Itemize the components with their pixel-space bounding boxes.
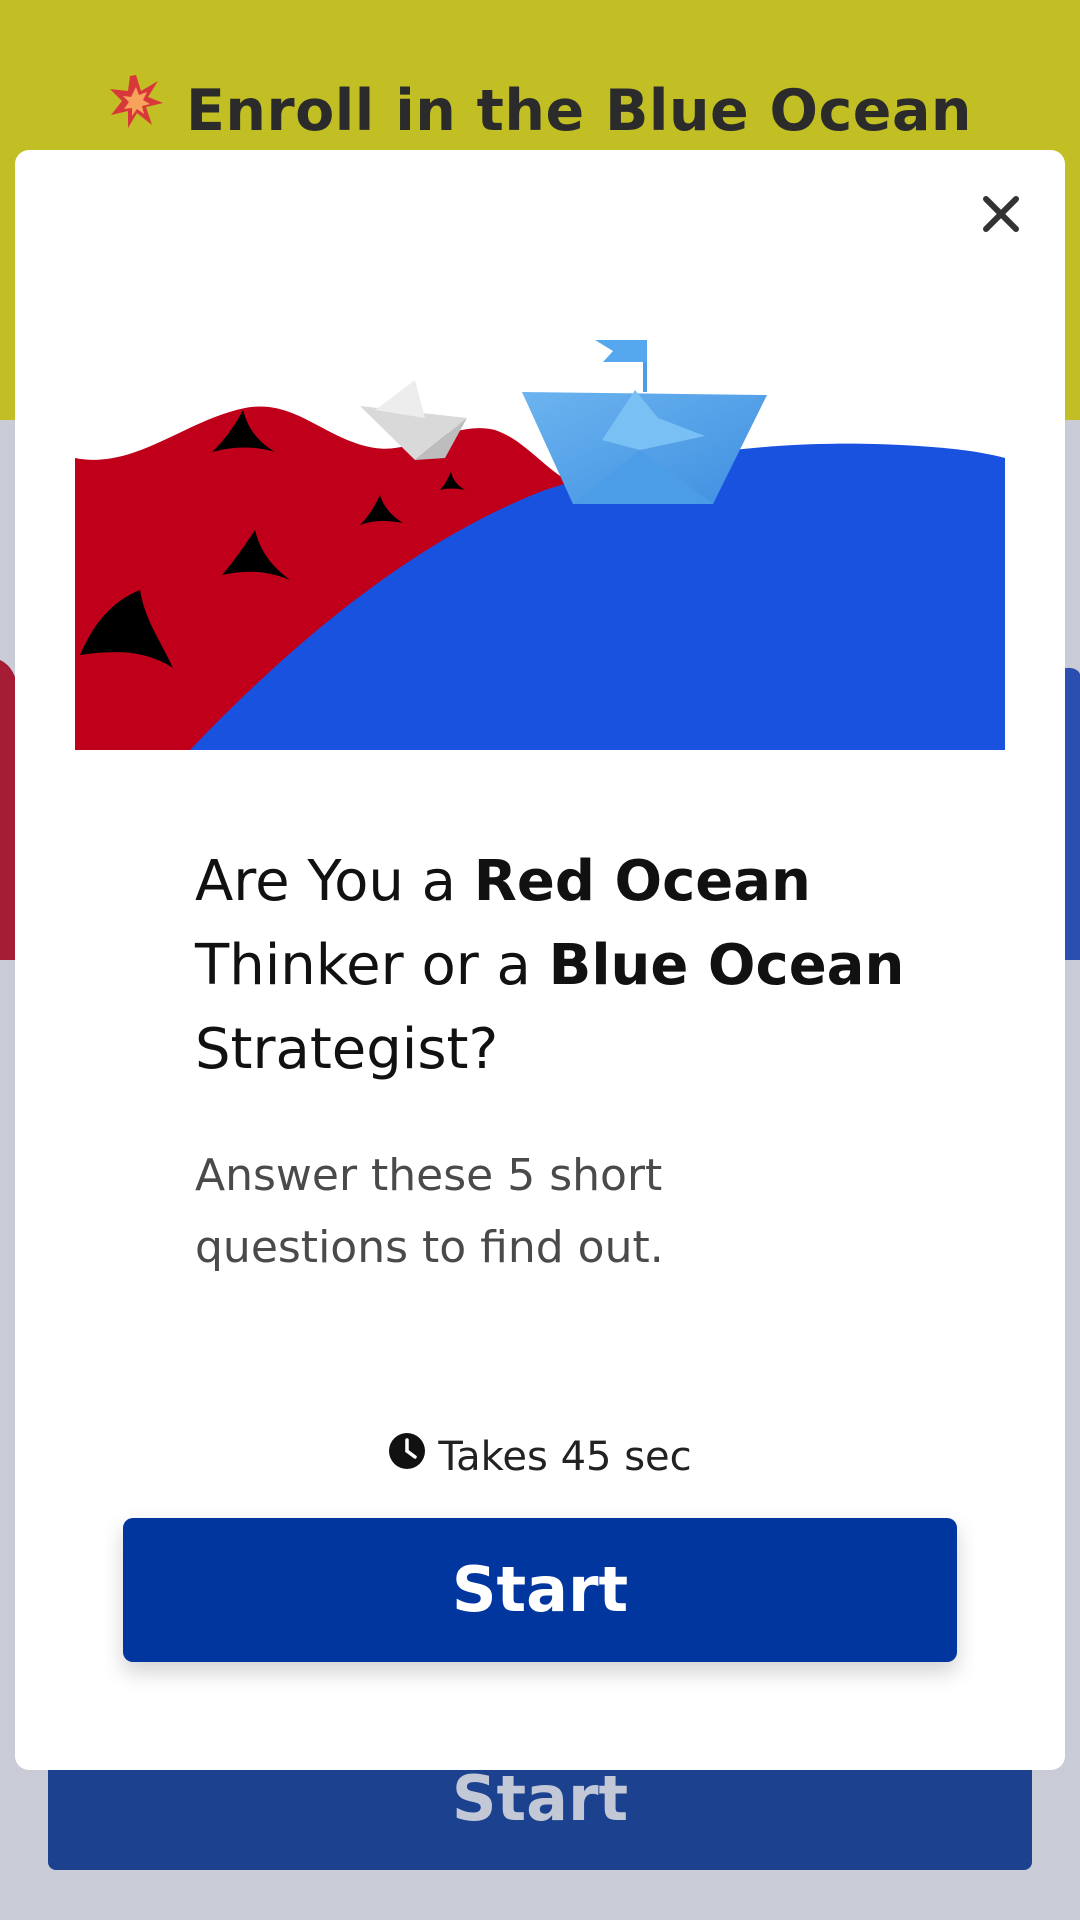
banner-title: Enroll in the Blue Ocean	[0, 75, 1080, 149]
headline-text: Are You a	[195, 849, 474, 914]
close-button[interactable]	[971, 184, 1031, 244]
close-icon	[983, 196, 1019, 232]
quiz-headline: Are You a Red Ocean Thinker or a Blue Oc…	[195, 840, 915, 1092]
headline-text: Thinker or a	[195, 933, 549, 998]
headline-blue-ocean: Blue Ocean	[548, 933, 905, 998]
start-button[interactable]: Start	[123, 1518, 957, 1662]
banner-title-text: Enroll in the Blue Ocean	[185, 78, 972, 144]
red-ocean-blue-ocean-illustration	[75, 340, 1005, 750]
duration-label: Takes 45 sec	[15, 1432, 1065, 1483]
quiz-subtext: Answer these 5 short questions to find o…	[195, 1150, 664, 1273]
quiz-modal: Are You a Red Ocean Thinker or a Blue Oc…	[15, 150, 1065, 1770]
headline-red-ocean: Red Ocean	[473, 849, 811, 914]
burst-icon	[108, 73, 164, 143]
duration-text: Takes 45 sec	[438, 1434, 692, 1480]
clock-icon	[388, 1432, 426, 1480]
headline-text: Strategist?	[195, 1017, 499, 1082]
